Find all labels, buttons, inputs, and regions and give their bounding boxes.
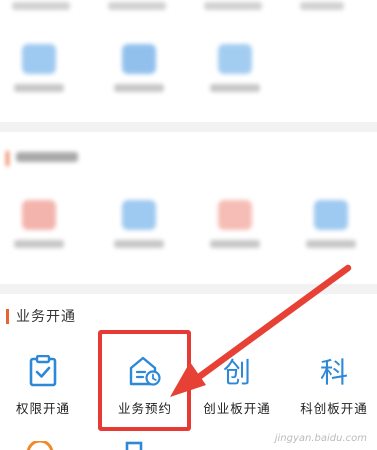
bottom-partial-icon bbox=[26, 438, 54, 450]
watermark: jingyan.baidu.com bbox=[274, 433, 367, 444]
pointer-arrow-icon bbox=[170, 264, 352, 397]
bottom-partial-icon bbox=[124, 438, 144, 450]
